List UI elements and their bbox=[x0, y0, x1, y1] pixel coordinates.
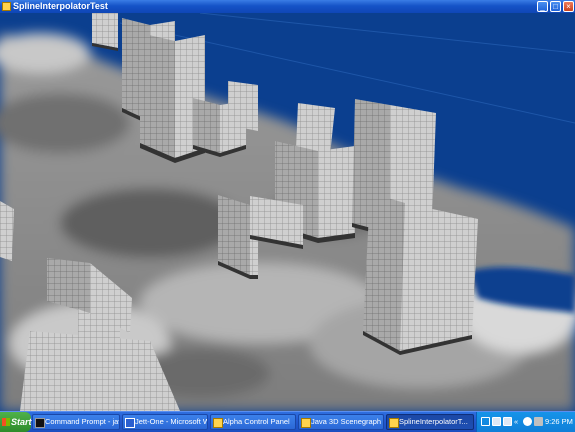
task-label: SplineInterpolatorT... bbox=[399, 417, 468, 426]
start-label: Start bbox=[11, 417, 32, 427]
taskbar: Start Command Prompt - jav... Jett-One -… bbox=[0, 411, 575, 432]
task-alpha-control-panel[interactable]: Alpha Control Panel bbox=[210, 414, 296, 430]
building bbox=[0, 201, 14, 261]
task-label: Jett-One - Microsoft Word bbox=[135, 417, 207, 426]
title-bar[interactable]: SplineInterpolatorTest _ □ × bbox=[0, 0, 575, 13]
start-button[interactable]: Start bbox=[0, 412, 32, 432]
task-spline-interpolator-test[interactable]: SplineInterpolatorT... bbox=[386, 414, 474, 430]
task-label: Alpha Control Panel bbox=[223, 417, 290, 426]
clock[interactable]: 9:26 PM bbox=[545, 412, 573, 432]
java-app-icon bbox=[2, 2, 11, 11]
expand-tray-button[interactable]: « bbox=[514, 412, 518, 432]
minimize-button[interactable]: _ bbox=[537, 1, 548, 12]
window-title: SplineInterpolatorTest bbox=[13, 1, 108, 11]
building bbox=[92, 13, 118, 51]
java-icon bbox=[213, 418, 223, 428]
word-icon bbox=[125, 418, 135, 428]
city-scene bbox=[0, 13, 575, 411]
help-tray-icon[interactable] bbox=[503, 417, 512, 426]
task-label: Java 3D Scenegraph bbox=[311, 417, 382, 426]
window-tray-icon[interactable] bbox=[492, 417, 501, 426]
3d-viewport[interactable] bbox=[0, 13, 575, 411]
task-label: Command Prompt - jav... bbox=[45, 417, 120, 426]
building bbox=[363, 193, 478, 355]
windows-logo-icon bbox=[2, 418, 10, 426]
task-java-3d-scenegraph[interactable]: Java 3D Scenegraph bbox=[298, 414, 384, 430]
maximize-button[interactable]: □ bbox=[550, 1, 561, 12]
java-icon bbox=[389, 418, 399, 428]
task-command-prompt[interactable]: Command Prompt - jav... bbox=[32, 414, 120, 430]
building bbox=[193, 98, 246, 157]
pen-tray-icon[interactable] bbox=[481, 417, 490, 426]
system-tray: « 9:26 PM bbox=[476, 412, 575, 432]
network-tray-icon[interactable] bbox=[523, 417, 532, 426]
close-button[interactable]: × bbox=[563, 1, 574, 12]
java-icon bbox=[301, 418, 311, 428]
building bbox=[296, 103, 335, 155]
volume-tray-icon[interactable] bbox=[534, 417, 543, 426]
task-word[interactable]: Jett-One - Microsoft Word bbox=[122, 414, 208, 430]
command-prompt-icon bbox=[35, 418, 45, 428]
